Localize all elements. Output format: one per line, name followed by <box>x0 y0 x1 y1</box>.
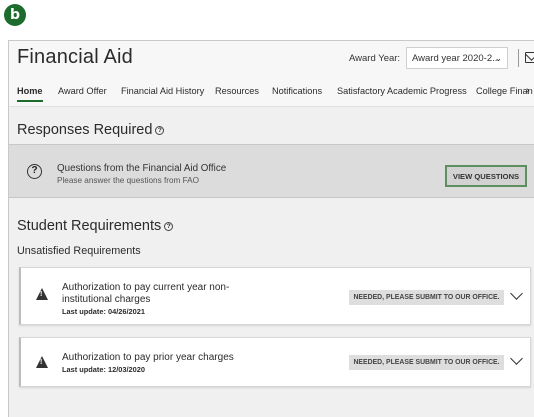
help-icon[interactable]: ? <box>155 125 165 135</box>
requirement-date: Last update: 04/26/2021 <box>62 307 145 316</box>
requirement-card[interactable]: ! Authorization to pay current year non-… <box>19 267 531 325</box>
nav-tabs: Home Award Offer Financial Aid History R… <box>9 77 534 107</box>
award-year-label: Award Year: <box>349 53 401 64</box>
fao-questions-subtitle: Please answer the questions from FAO <box>57 176 199 185</box>
tab-resources[interactable]: Resources <box>215 86 259 96</box>
requirement-title: Authorization to pay prior year charges <box>62 352 234 363</box>
chevron-down-icon: ⌄ <box>494 53 502 63</box>
app-window: Financial Aid Award Year: Award year 202… <box>8 40 534 417</box>
unsatisfied-requirements-label: Unsatisfied Requirements <box>17 245 141 257</box>
requirement-card[interactable]: ! Authorization to pay prior year charge… <box>19 337 531 387</box>
status-badge: NEEDED, PLEASE SUBMIT TO OUR OFFICE. <box>349 355 504 370</box>
tab-financial-aid-history[interactable]: Financial Aid History <box>121 86 204 96</box>
mail-icon[interactable] <box>525 52 534 63</box>
award-year-select[interactable]: Award year 2020-2... ⌄ <box>406 47 508 69</box>
help-icon[interactable]: ? <box>164 221 174 231</box>
student-requirements-heading: Student Requirements? <box>17 218 174 234</box>
status-badge: NEEDED, PLEASE SUBMIT TO OUR OFFICE. <box>349 290 504 305</box>
figure-label-badge: b <box>4 4 26 26</box>
tab-notifications[interactable]: Notifications <box>272 86 322 96</box>
responses-required-heading: Responses Required? <box>17 122 165 138</box>
divider <box>518 49 519 67</box>
award-year-value: Award year 2020-2... <box>412 52 501 64</box>
view-questions-button[interactable]: VIEW QUESTIONS <box>445 165 527 187</box>
student-requirements-title: Student Requirements <box>17 218 162 234</box>
tab-college-financing[interactable]: College Finan <box>476 86 533 96</box>
fao-questions-title: Questions from the Financial Aid Office <box>57 163 227 174</box>
warning-icon: ! <box>36 356 48 368</box>
fao-questions-panel: ? Questions from the Financial Aid Offic… <box>9 144 534 198</box>
chevron-down-icon[interactable] <box>510 352 523 365</box>
chevron-down-icon[interactable] <box>510 287 523 300</box>
tab-award-offer[interactable]: Award Offer <box>58 86 107 96</box>
chevron-right-icon[interactable]: › <box>526 85 529 96</box>
question-icon: ? <box>27 164 42 179</box>
responses-required-title: Responses Required <box>17 122 153 138</box>
warning-icon: ! <box>36 288 48 300</box>
app-title: Financial Aid <box>17 46 133 68</box>
requirement-date: Last update: 12/03/2020 <box>62 365 145 374</box>
top-bar: Financial Aid Award Year: Award year 202… <box>9 41 534 77</box>
tab-satisfactory-academic-progress[interactable]: Satisfactory Academic Progress <box>337 86 467 96</box>
tab-home[interactable]: Home <box>17 86 43 102</box>
requirement-title: Authorization to pay current year non-in… <box>62 282 230 305</box>
